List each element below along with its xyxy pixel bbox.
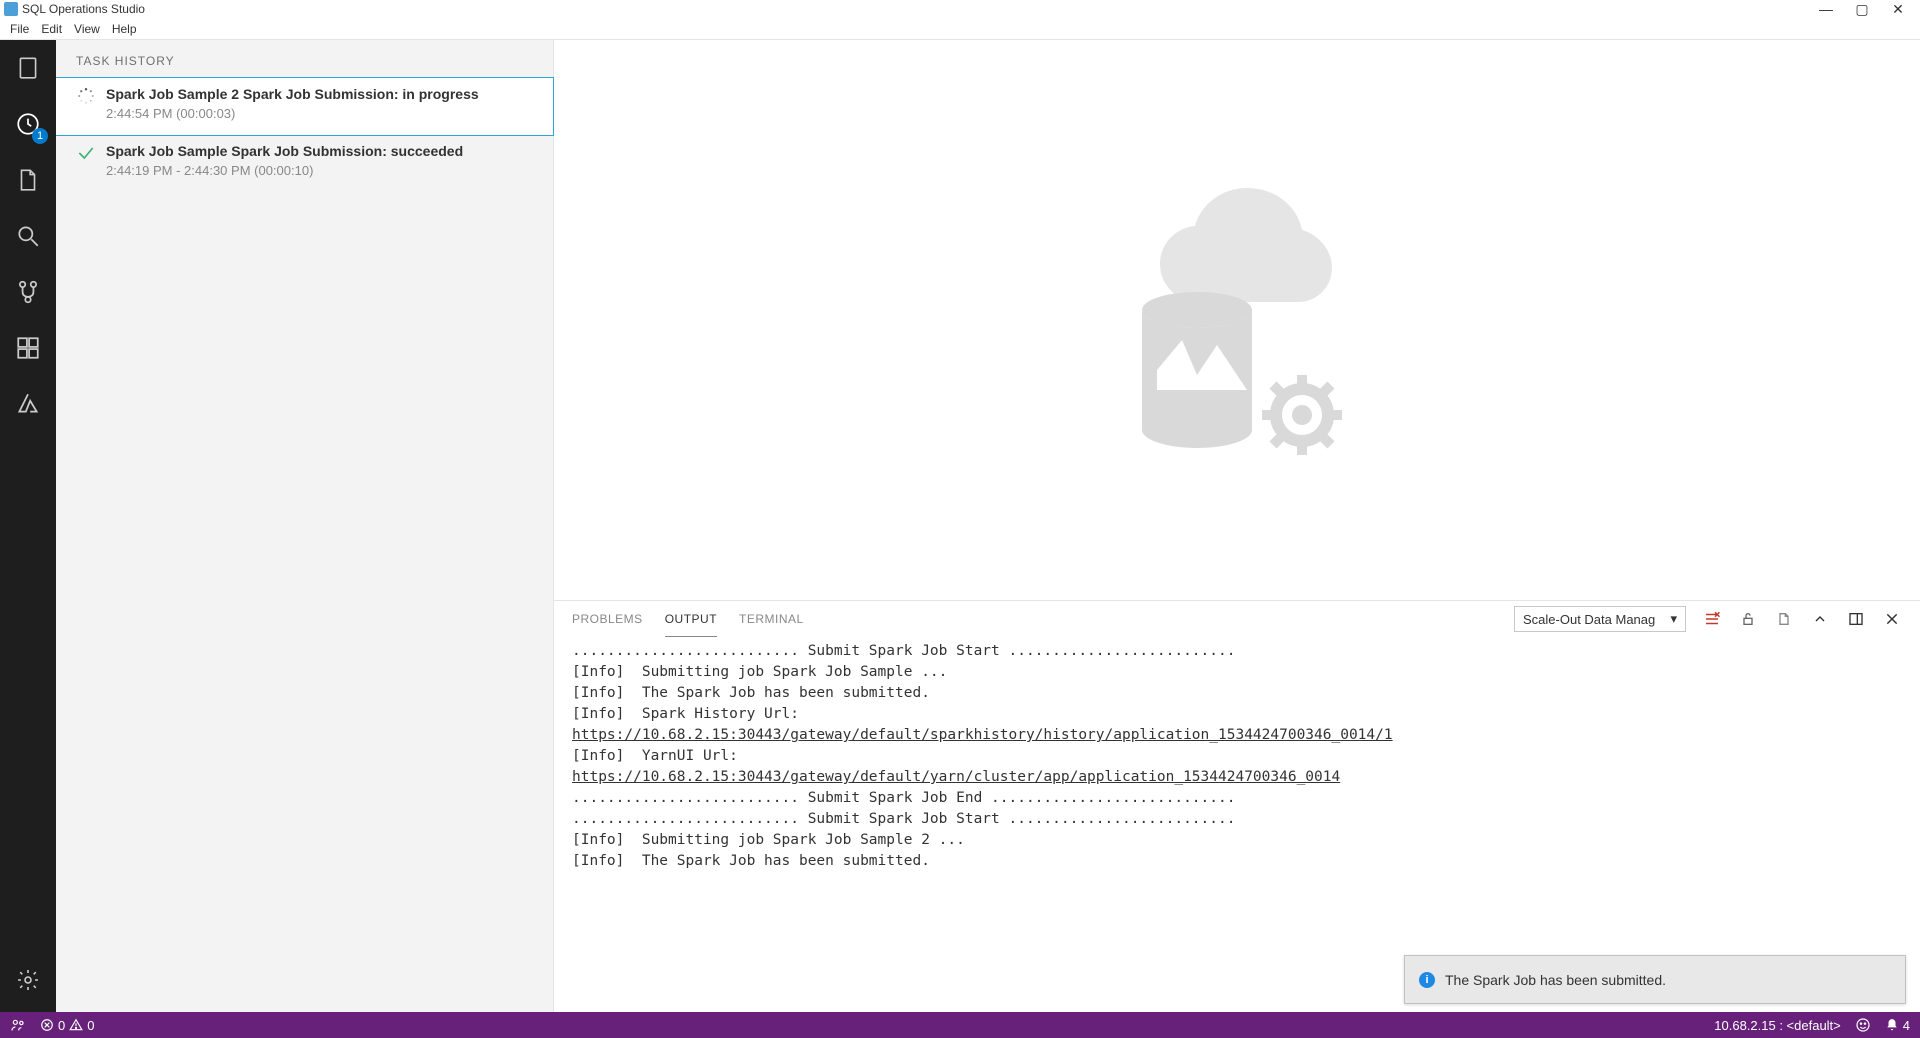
output-line: [Info] Spark History Url: xyxy=(572,706,799,722)
output-line: [Info] The Spark Job has been submitted. xyxy=(572,685,930,701)
activity-extensions[interactable] xyxy=(0,320,56,376)
lock-scroll-icon[interactable] xyxy=(1738,609,1758,629)
panel-tabbar: PROBLEMS OUTPUT TERMINAL Scale-Out Data … xyxy=(554,601,1920,637)
warning-count: 0 xyxy=(87,1018,94,1033)
close-panel-icon[interactable] xyxy=(1882,609,1902,629)
notification-message: The Spark Job has been submitted. xyxy=(1445,972,1666,988)
statusbar-remote[interactable] xyxy=(10,1017,26,1033)
output-line: [Info] YarnUI Url: xyxy=(572,748,738,764)
side-panel-task-history: TASK HISTORY Spark Job Sample 2 Spark Jo… xyxy=(56,40,554,1012)
editor-area: PROBLEMS OUTPUT TERMINAL Scale-Out Data … xyxy=(554,40,1920,1012)
open-log-icon[interactable] xyxy=(1774,609,1794,629)
output-line: .......................... Submit Spark … xyxy=(572,790,1235,806)
output-channel-select[interactable]: Scale-Out Data Manag ▾ xyxy=(1514,606,1686,632)
activity-badge: 1 xyxy=(32,128,48,144)
activity-servers[interactable] xyxy=(0,40,56,96)
statusbar-connection[interactable]: 10.68.2.15 : <default> xyxy=(1714,1018,1841,1033)
activity-task-history[interactable]: 1 xyxy=(0,96,56,152)
task-history-item[interactable]: Spark Job Sample Spark Job Submission: s… xyxy=(56,135,553,192)
error-count: 0 xyxy=(58,1018,65,1033)
tab-problems[interactable]: PROBLEMS xyxy=(572,601,643,637)
activity-explorer[interactable] xyxy=(0,152,56,208)
info-icon: i xyxy=(1419,972,1435,988)
window-minimize-button[interactable]: — xyxy=(1808,1,1844,17)
activity-bar: 1 xyxy=(0,40,56,1012)
window-close-button[interactable]: ✕ xyxy=(1880,1,1916,18)
output-line: [Info] Submitting job Spark Job Sample .… xyxy=(572,664,947,680)
output-line: .......................... Submit Spark … xyxy=(572,811,1235,827)
output-line: [Info] Submitting job Spark Job Sample 2… xyxy=(572,832,965,848)
activity-search[interactable] xyxy=(0,208,56,264)
window-maximize-button[interactable]: ▢ xyxy=(1844,1,1880,18)
task-title: Spark Job Sample Spark Job Submission: s… xyxy=(106,143,463,159)
spinner-icon xyxy=(76,86,96,106)
tab-terminal[interactable]: TERMINAL xyxy=(739,601,804,637)
chevron-up-icon[interactable] xyxy=(1810,609,1830,629)
statusbar-notifications[interactable]: 4 xyxy=(1885,1017,1910,1033)
menu-help[interactable]: Help xyxy=(106,20,143,38)
output-line: [Info] The Spark Job has been submitted. xyxy=(572,853,930,869)
task-time: 2:44:19 PM - 2:44:30 PM (00:00:10) xyxy=(106,163,463,178)
output-link[interactable]: https://10.68.2.15:30443/gateway/default… xyxy=(572,727,1393,743)
panel: PROBLEMS OUTPUT TERMINAL Scale-Out Data … xyxy=(554,600,1920,1012)
output-channel-value: Scale-Out Data Manag xyxy=(1523,612,1655,627)
task-history-item[interactable]: Spark Job Sample 2 Spark Job Submission:… xyxy=(56,78,553,135)
notification-toast[interactable]: i The Spark Job has been submitted. xyxy=(1404,955,1906,1004)
database-cloud-watermark-icon xyxy=(1097,170,1377,470)
app-icon xyxy=(4,2,18,16)
editor-empty-state xyxy=(554,40,1920,600)
chevron-down-icon: ▾ xyxy=(1670,611,1677,627)
tab-output[interactable]: OUTPUT xyxy=(665,601,717,637)
toggle-panel-position-icon[interactable] xyxy=(1846,609,1866,629)
window-title: SQL Operations Studio xyxy=(22,2,145,16)
menubar: File Edit View Help xyxy=(0,18,1920,40)
activity-settings[interactable] xyxy=(0,952,56,1008)
menu-file[interactable]: File xyxy=(4,20,35,38)
statusbar-problems[interactable]: 0 0 xyxy=(40,1018,94,1033)
activity-azure[interactable] xyxy=(0,376,56,432)
side-panel-title: TASK HISTORY xyxy=(56,40,553,78)
notification-count: 4 xyxy=(1903,1018,1910,1033)
activity-source-control[interactable] xyxy=(0,264,56,320)
task-time: 2:44:54 PM (00:00:03) xyxy=(106,106,479,121)
statusbar-feedback[interactable] xyxy=(1855,1017,1871,1033)
statusbar: 0 0 10.68.2.15 : <default> 4 xyxy=(0,1012,1920,1038)
menu-view[interactable]: View xyxy=(68,20,106,38)
checkmark-icon xyxy=(76,143,96,163)
output-line: .......................... Submit Spark … xyxy=(572,643,1235,659)
task-title: Spark Job Sample 2 Spark Job Submission:… xyxy=(106,86,479,102)
output-link[interactable]: https://10.68.2.15:30443/gateway/default… xyxy=(572,769,1340,785)
titlebar: SQL Operations Studio — ▢ ✕ xyxy=(0,0,1920,18)
clear-output-icon[interactable] xyxy=(1702,609,1722,629)
menu-edit[interactable]: Edit xyxy=(35,20,68,38)
